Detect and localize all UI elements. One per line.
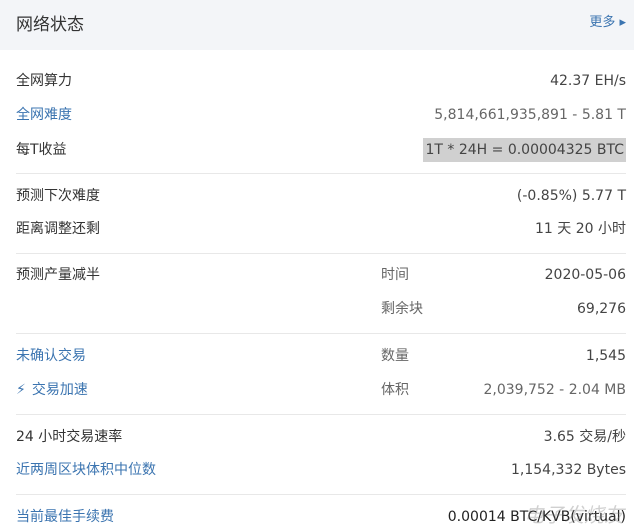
- row-halving-time: 预测产量减半 时间 2020-05-06: [16, 263, 626, 287]
- value: 1T * 24H = 0.00004325 BTC: [423, 138, 626, 162]
- sublabel: 时间: [381, 267, 409, 283]
- value: 1,545: [585, 348, 626, 364]
- value: 3.65 交易/秒: [543, 429, 626, 445]
- difficulty-link[interactable]: 全网难度: [16, 103, 72, 127]
- sublabel: 数量: [381, 348, 409, 364]
- row-tx-rate: 24 小时交易速率 3.65 交易/秒: [16, 425, 626, 449]
- row-accelerate: ⚡ 交易加速 体积 2,039,752 - 2.04 MB: [16, 378, 626, 402]
- sublabel: 剩余块: [381, 301, 423, 317]
- lightning-icon: ⚡: [16, 382, 26, 398]
- row-next-difficulty: 预测下次难度 (-0.85%) 5.77 T: [16, 184, 626, 208]
- value: 1,154,332 Bytes: [511, 462, 626, 478]
- watermark: 电子发烧友: [524, 503, 624, 527]
- row-block-size-median: 近两周区块体积中位数 1,154,332 Bytes: [16, 458, 626, 482]
- value: 5,814,661,935,891 - 5.81 T: [434, 107, 626, 123]
- accelerate-link[interactable]: ⚡ 交易加速: [16, 378, 88, 402]
- row-halving-blocks: 剩余块 69,276: [16, 297, 626, 321]
- unconfirmed-link[interactable]: 未确认交易: [16, 344, 86, 368]
- label: 距离调整还剩: [16, 221, 100, 237]
- value: 69,276: [577, 301, 626, 317]
- more-link[interactable]: 更多 ▸: [589, 11, 626, 30]
- label: 预测产量减半: [16, 267, 100, 283]
- label: 预测下次难度: [16, 188, 100, 204]
- value: 11 天 20 小时: [535, 221, 626, 237]
- panel-title: 网络状态: [16, 15, 84, 35]
- value: 2020-05-06: [544, 267, 626, 283]
- divider: [16, 414, 626, 415]
- divider: [16, 494, 626, 495]
- label: 24 小时交易速率: [16, 429, 123, 445]
- label: 全网算力: [16, 73, 72, 89]
- panel-header: 网络状态 更多 ▸: [0, 0, 634, 50]
- row-adjust-remaining: 距离调整还剩 11 天 20 小时: [16, 217, 626, 241]
- row-hashrate: 全网算力 42.37 EH/s: [16, 69, 626, 93]
- row-per-t-revenue: 每T收益 1T * 24H = 0.00004325 BTC: [16, 138, 626, 162]
- label: 交易加速: [31, 382, 88, 398]
- row-difficulty: 全网难度 5,814,661,935,891 - 5.81 T: [16, 103, 626, 127]
- value: 42.37 EH/s: [550, 73, 626, 89]
- divider: [16, 173, 626, 174]
- sublabel: 体积: [381, 382, 409, 398]
- divider: [16, 253, 626, 254]
- label: 每T收益: [16, 142, 67, 158]
- best-fee-link[interactable]: 当前最佳手续费: [16, 505, 114, 529]
- value: 2,039,752 - 2.04 MB: [483, 382, 626, 398]
- value: (-0.85%) 5.77 T: [516, 188, 626, 204]
- divider: [16, 333, 626, 334]
- row-unconfirmed: 未确认交易 数量 1,545: [16, 344, 626, 368]
- block-size-link[interactable]: 近两周区块体积中位数: [16, 458, 156, 482]
